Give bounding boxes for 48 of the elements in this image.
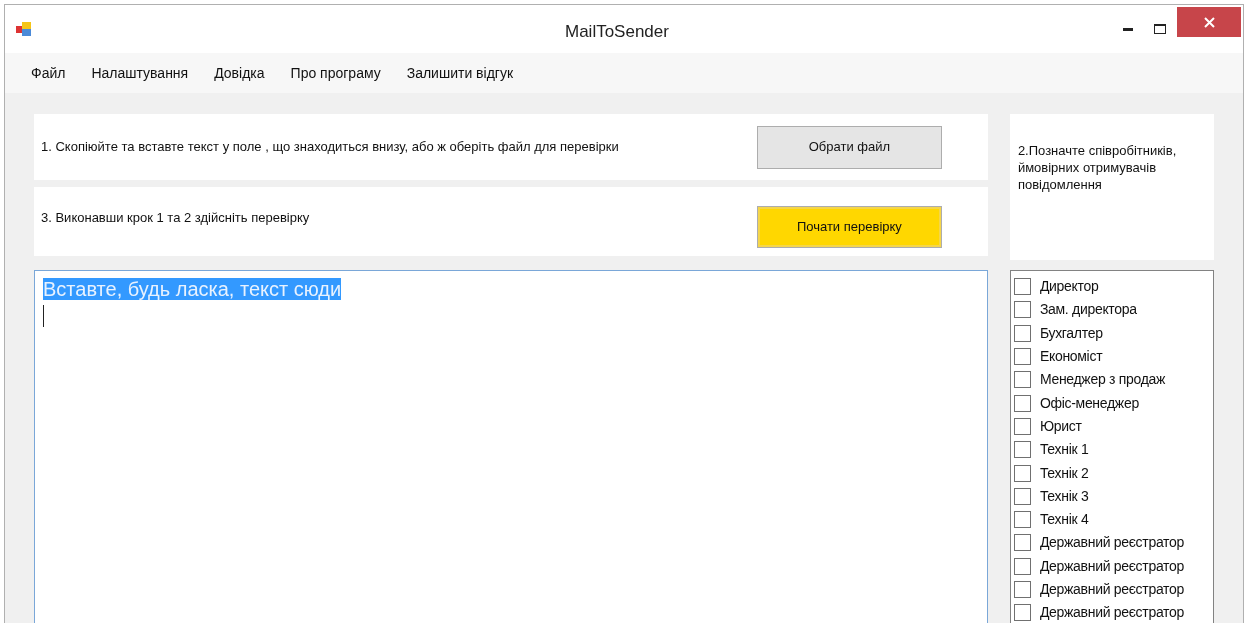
recipient-checkbox[interactable]: Офіс-менеджер bbox=[1013, 391, 1213, 415]
checkbox[interactable] bbox=[1013, 301, 1031, 319]
checkbox[interactable] bbox=[1013, 534, 1031, 552]
checkbox[interactable] bbox=[1013, 348, 1031, 366]
recipient-checkbox[interactable]: Економіст bbox=[1013, 344, 1213, 369]
close-icon bbox=[1203, 16, 1215, 28]
menu-item[interactable]: Файл bbox=[23, 60, 74, 86]
checkbox[interactable] bbox=[1013, 604, 1031, 622]
checkbox[interactable] bbox=[1013, 278, 1031, 296]
menu-item[interactable]: Залишити відгук bbox=[398, 60, 522, 86]
text-cursor bbox=[43, 305, 44, 327]
recipient-checkbox[interactable]: Державний реєстратор bbox=[1013, 554, 1213, 578]
checkbox[interactable] bbox=[1013, 324, 1031, 342]
input-text: Вставте, будь ласка, текст сюди bbox=[43, 278, 342, 300]
minimize-icon bbox=[1123, 27, 1133, 31]
recipient-checkbox[interactable]: Державний реєстратор bbox=[1013, 601, 1213, 623]
instruction-text: 2.Позначте співробітників, ймовірних отримувачів повідомлення bbox=[1017, 142, 1178, 193]
window-title: MailToSender bbox=[565, 21, 669, 43]
checkbox[interactable] bbox=[1013, 371, 1031, 389]
recipient-checkbox[interactable]: Державний реєстратор bbox=[1013, 577, 1213, 602]
recipient-checkbox[interactable]: Технік 4 bbox=[1013, 507, 1213, 532]
recipient-checkbox[interactable]: Бухгалтер bbox=[1013, 321, 1213, 345]
recipient-checkbox[interactable]: Менеджер з продаж bbox=[1013, 368, 1213, 392]
checkbox[interactable] bbox=[1013, 581, 1031, 598]
instruction-text: 1. Скопіюйте та вставте текст у поле , що знаходиться внизу, або ж оберіть файл для перевірки bbox=[41, 138, 619, 157]
app-icon bbox=[16, 21, 32, 37]
checkbox[interactable] bbox=[1013, 464, 1031, 482]
checkbox[interactable] bbox=[1013, 511, 1031, 529]
recipient-checkbox[interactable]: Зам. директора bbox=[1013, 298, 1213, 322]
checkbox[interactable] bbox=[1013, 487, 1031, 505]
instruction-text: 3. Виконавши крок 1 та 2 здійсніть перевірку bbox=[41, 209, 310, 227]
checkbox[interactable] bbox=[1013, 394, 1031, 412]
recipient-checkbox[interactable]: Юрист bbox=[1013, 414, 1213, 439]
recipient-checkbox[interactable]: Державний реєстратор bbox=[1013, 531, 1213, 555]
checkbox[interactable] bbox=[1013, 441, 1031, 459]
checkbox[interactable] bbox=[1013, 417, 1031, 435]
menu-item[interactable]: Налаштування bbox=[83, 60, 197, 86]
recipient-checkbox[interactable]: Технік 2 bbox=[1013, 461, 1213, 485]
menu-item[interactable]: Про програму bbox=[282, 60, 389, 86]
choose-file-button[interactable]: Обрати файл bbox=[756, 125, 942, 169]
close-button[interactable] bbox=[1177, 7, 1241, 37]
menu-item[interactable]: Довідка bbox=[206, 60, 273, 86]
recipient-checkbox[interactable]: Технік 1 bbox=[1013, 438, 1213, 462]
recipient-checkbox[interactable]: Директор bbox=[1013, 275, 1213, 299]
maximize-icon bbox=[1154, 24, 1166, 34]
recipient-checkbox[interactable]: Технік 3 bbox=[1013, 484, 1213, 508]
checkbox[interactable] bbox=[1013, 557, 1031, 575]
start-check-button[interactable]: Почати перевірку bbox=[756, 206, 942, 248]
